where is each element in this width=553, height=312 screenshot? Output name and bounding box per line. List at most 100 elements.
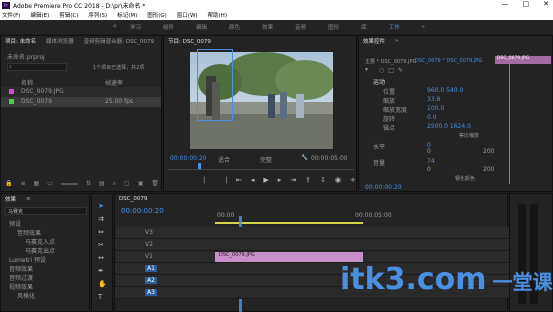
playhead-icon[interactable] [198, 163, 201, 169]
trash-icon[interactable]: 🗑 [151, 180, 159, 188]
type-tool-icon[interactable]: T [98, 293, 107, 301]
pen-tool-icon[interactable]: ✒ [98, 267, 107, 275]
tree-item[interactable]: 马赛克入点 [25, 237, 55, 246]
menu-marker[interactable]: 标记(M) [117, 11, 137, 19]
step-back-icon[interactable]: ◂ [251, 176, 255, 186]
new-item-icon[interactable]: ▣ [138, 180, 144, 188]
tree-item[interactable]: 马赛克出点 [25, 246, 55, 255]
effects-title[interactable]: 效果 [5, 195, 16, 203]
master-clip-label[interactable]: 主要 * DSC_0079.JPG [365, 58, 416, 65]
menu-file[interactable]: 文件(F) [2, 11, 20, 19]
prop-scale-value[interactable]: 33.8 [427, 96, 440, 103]
selection-tool-icon[interactable]: ➤ [98, 202, 107, 210]
lock-icon[interactable]: 🔒 [5, 180, 12, 188]
menu-edit[interactable]: 编辑(E) [30, 11, 49, 19]
workspace-current[interactable]: 工作 [389, 23, 400, 31]
export-frame-icon[interactable]: ◉ [335, 176, 341, 186]
tree-item[interactable]: 音频过渡 [9, 273, 33, 282]
ellipse-mask-icon[interactable]: ○ [379, 67, 384, 74]
prop-rotation-value[interactable]: 0.0 [427, 114, 437, 121]
tab-project[interactable]: 项目: 未命名 [5, 37, 36, 45]
workspace-assembly[interactable]: 组件 [163, 23, 174, 31]
play-icon[interactable]: ▶ [263, 176, 268, 186]
work-area-bar[interactable] [215, 222, 363, 224]
rect-mask-icon[interactable]: □ [388, 67, 394, 74]
new-bin-icon[interactable]: ▢ [124, 180, 130, 188]
freeform-view-icon[interactable]: ▭ [47, 180, 53, 188]
slip-icon[interactable]: ↔ [98, 254, 107, 262]
workspace-libraries[interactable]: 库 [361, 23, 367, 31]
video-frame[interactable] [190, 49, 335, 149]
step-forward-icon[interactable]: ▸ [278, 176, 282, 186]
col-fps-header[interactable]: 帧速率 [105, 78, 123, 87]
motion-bounding-box[interactable] [197, 49, 233, 121]
clip-bar[interactable]: DSC_0079.JPG [495, 56, 551, 64]
mark-out-icon[interactable]: ⎹ [220, 176, 227, 186]
menu-graphics[interactable]: 图形(G) [147, 11, 167, 19]
minimize-button[interactable]: — [502, 0, 509, 8]
project-search-input[interactable]: ⌕ [7, 63, 67, 71]
track-select-icon[interactable]: ⇉ [98, 215, 107, 223]
tree-item[interactable]: Lumetri 预设 [9, 255, 46, 264]
program-title[interactable]: 节目: DSC_0079 [168, 37, 211, 45]
clip-label[interactable]: DSC_0079 * DSC_0079.JPG [415, 58, 482, 64]
fit-dropdown[interactable]: 适合 [218, 155, 230, 164]
tree-item[interactable]: 音频效果 [17, 228, 41, 237]
playhead-ruler[interactable] [168, 163, 354, 170]
wrench-icon[interactable]: 🔧 [301, 155, 308, 161]
home-icon[interactable]: ⌂ [113, 23, 117, 29]
program-timecode[interactable]: 00:00:00:20 [170, 155, 207, 162]
list-view-icon[interactable]: ≡ [20, 180, 25, 188]
uniform-scale-checkbox[interactable]: 等比缩放 [459, 132, 479, 139]
tree-item[interactable]: 音频效果 [9, 264, 33, 273]
track-v3[interactable]: V3 [115, 227, 509, 239]
effects-search-input[interactable]: 马赛克 [5, 207, 87, 215]
workspace-more[interactable]: » [422, 24, 425, 30]
tab-effect-controls[interactable]: 效果控件 [363, 37, 385, 45]
section-motion[interactable]: 运动 [373, 77, 385, 86]
workspace-color[interactable]: 颜色 [229, 23, 240, 31]
volume-value[interactable]: 74 [427, 158, 435, 165]
tree-item[interactable]: 风格化 [17, 291, 35, 300]
zoom-slider[interactable] [60, 183, 78, 185]
prop-position-value[interactable]: 960.0 540.0 [427, 87, 463, 94]
tree-item[interactable]: 预设 [9, 219, 21, 228]
hand-tool-icon[interactable]: ✋ [98, 280, 107, 288]
panel-menu-icon[interactable]: ≡ [26, 196, 31, 202]
close-button[interactable]: ✕ [543, 0, 549, 8]
color-checkbox[interactable]: 钢化颜色 [455, 175, 475, 182]
menu-clip[interactable]: 剪辑(C) [59, 11, 78, 19]
find-icon[interactable]: ⌕ [113, 180, 116, 188]
tab-more[interactable]: » [395, 38, 398, 44]
workspace-learn[interactable]: 学习 [130, 23, 141, 31]
workspace-editing[interactable]: 编辑 [196, 23, 207, 31]
tab-audio-mixer[interactable]: 音频剪辑混合器: DSC_0079 [84, 37, 154, 45]
workspace-graphics[interactable]: 图形 [328, 23, 339, 31]
maximize-button[interactable]: □ [523, 0, 530, 8]
list-item[interactable]: DSC_0079 25.00 fps [1, 97, 161, 107]
tree-item[interactable]: 视频效果 [9, 282, 33, 291]
lift-icon[interactable]: ⇪ [305, 176, 311, 186]
razor-icon[interactable]: ✂ [98, 241, 107, 249]
mark-in-icon[interactable]: ⎸ [204, 176, 211, 186]
track-v2[interactable]: V2 [115, 239, 509, 251]
ripple-edit-icon[interactable]: ⇔ [98, 228, 107, 236]
add-button[interactable]: + [350, 176, 356, 186]
go-to-out-icon[interactable]: ⇥ [290, 176, 296, 186]
col-name-header[interactable]: 名称 [21, 78, 33, 87]
timeline-timecode[interactable]: 00:00:00:20 [121, 207, 164, 215]
workspace-effects[interactable]: 效果 [262, 23, 273, 31]
video-clip[interactable]: DSC_0079.JPG [215, 252, 363, 262]
menu-sequence[interactable]: 序列(S) [88, 11, 107, 19]
workspace-audio[interactable]: 音频 [295, 23, 306, 31]
prop-anchor-value[interactable]: 2500.0 1624.0 [427, 123, 471, 130]
menu-help[interactable]: 帮助(H) [208, 11, 227, 19]
quality-dropdown[interactable]: 完整 [260, 155, 272, 164]
timeline-title[interactable]: DSC_0079 [119, 196, 147, 202]
go-to-in-icon[interactable]: ⇤ [236, 176, 242, 186]
extract-icon[interactable]: ⇩ [320, 176, 326, 186]
pen-mask-icon[interactable]: ✎ [398, 67, 403, 74]
icon-view-icon[interactable]: ▦ [34, 180, 40, 188]
prop-scale-width-value[interactable]: 100.0 [427, 105, 444, 112]
menu-window[interactable]: 窗口(W) [177, 11, 198, 19]
